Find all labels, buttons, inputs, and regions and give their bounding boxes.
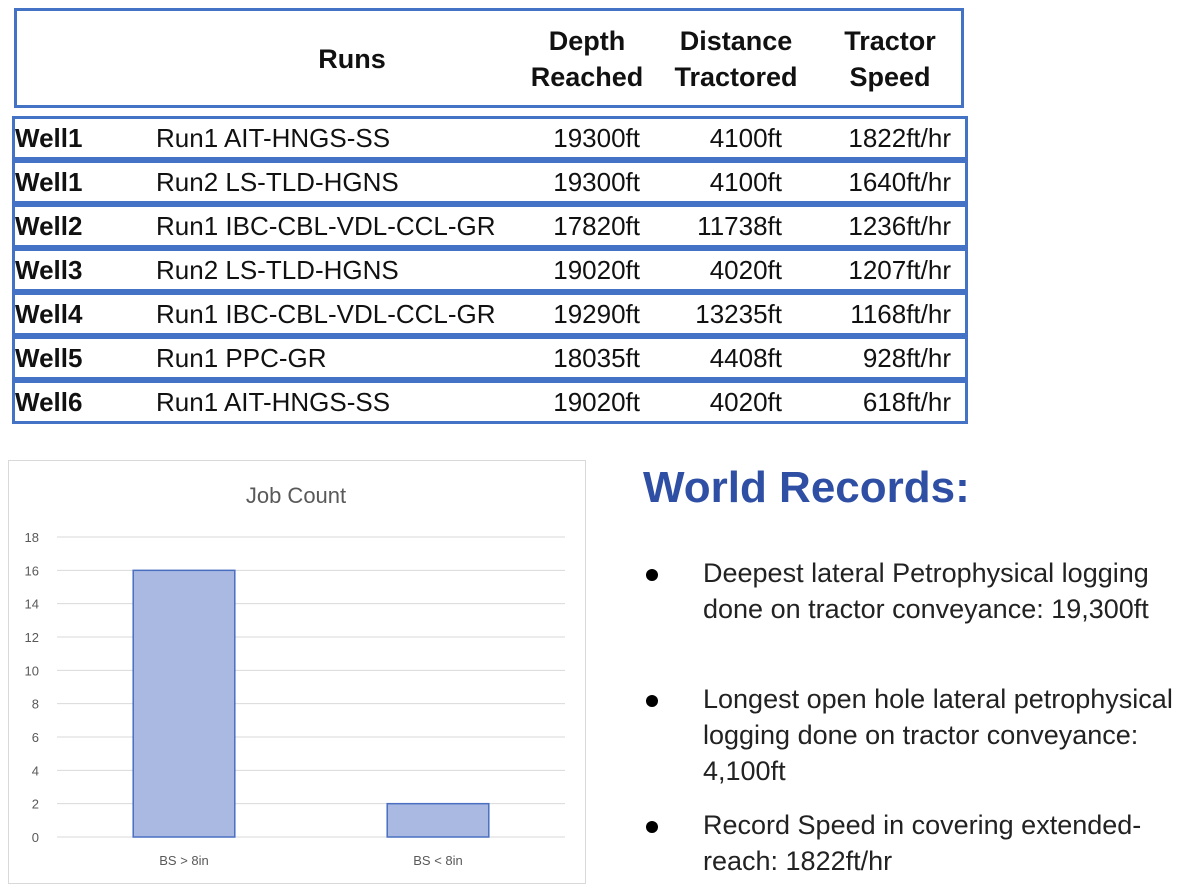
y-tick-label: 10 (25, 663, 39, 678)
table-row: Well2 Run1 IBC-CBL-VDL-CCL-GR 17820ft 11… (12, 204, 968, 248)
y-tick-label: 2 (32, 797, 39, 812)
cell-depth: 17820ft (553, 211, 640, 241)
cell-well: Well2 (15, 211, 83, 241)
cell-speed: 618ft/hr (862, 387, 951, 417)
header-distance-tractored: Distance Tractored (674, 26, 798, 92)
bullet-icon (646, 695, 658, 707)
cell-depth: 19300ft (553, 123, 640, 153)
cell-depth: 19020ft (553, 387, 640, 417)
y-tick-labels: 0 2 4 6 8 10 12 14 16 18 (25, 530, 39, 845)
y-tick-label: 6 (32, 730, 39, 745)
cell-well: Well3 (15, 255, 83, 285)
bullet-icon (646, 821, 658, 833)
y-tick-label: 14 (25, 597, 39, 612)
cell-distance: 4100ft (709, 123, 782, 153)
table-header: Runs Depth Reached Distance Tractored Tr… (14, 8, 964, 108)
cell-well: Well4 (15, 299, 83, 329)
record-text: Deepest lateral Petrophysical logging do… (703, 558, 1149, 624)
world-records-title: World Records: (643, 463, 970, 512)
y-tick-label: 8 (32, 697, 39, 712)
table-row: Well4 Run1 IBC-CBL-VDL-CCL-GR 19290ft 13… (12, 292, 968, 336)
bar (132, 569, 236, 838)
cell-depth: 19290ft (553, 299, 640, 329)
cell-well: Well5 (15, 343, 83, 373)
cell-distance: 4020ft (709, 387, 782, 417)
table-row: Well1 Run2 LS-TLD-HGNS 19300ft 4100ft 16… (12, 160, 968, 204)
y-tick-label: 12 (25, 630, 39, 645)
table-row: Well5 Run1 PPC-GR 18035ft 4408ft 928ft/h… (12, 336, 968, 380)
cell-well: Well1 (15, 167, 83, 197)
y-tick-label: 0 (32, 830, 39, 845)
cell-well: Well1 (15, 123, 83, 153)
cell-speed: 1207ft/hr (848, 255, 951, 285)
header-depth-reached: Depth Reached (530, 26, 644, 92)
cell-run: Run1 PPC-GR (156, 343, 327, 373)
y-tick-label: 18 (25, 530, 39, 545)
x-tick-labels: BS > 8in BS < 8in (159, 853, 463, 868)
cell-speed: 1168ft/hr (850, 299, 951, 329)
cell-run: Run1 AIT-HNGS-SS (156, 123, 391, 153)
cell-depth: 19300ft (553, 167, 640, 197)
cell-run: Run2 LS-TLD-HGNS (156, 255, 399, 285)
y-tick-label: 4 (32, 763, 39, 778)
cell-run: Run1 IBC-CBL-VDL-CCL-GR (156, 299, 496, 329)
job-count-chart: Job Count 0 2 4 6 8 10 12 14 16 18 BS > 8in BS < 8… (8, 460, 586, 884)
cell-depth: 18035ft (553, 343, 640, 373)
cell-speed: 928ft/hr (862, 343, 951, 373)
cell-distance: 4020ft (709, 255, 782, 285)
x-tick-label: BS < 8in (413, 853, 463, 868)
cell-speed: 1822ft/hr (848, 123, 951, 153)
cell-distance: 4100ft (709, 167, 782, 197)
table-row: Well1 Run1 AIT-HNGS-SS 19300ft 4100ft 18… (12, 116, 968, 160)
bullet-icon (646, 569, 658, 581)
header-tractor-speed: Tractor Speed (844, 26, 936, 92)
cell-distance: 4408ft (709, 343, 782, 373)
y-tick-label: 16 (25, 563, 39, 578)
x-tick-label: BS > 8in (159, 853, 209, 868)
bar (386, 802, 490, 838)
table-row: Well3 Run2 LS-TLD-HGNS 19020ft 4020ft 12… (12, 248, 968, 292)
header-runs: Runs (318, 44, 386, 74)
cell-run: Run2 LS-TLD-HGNS (156, 167, 399, 197)
record-text: Longest open hole lateral petrophysical … (703, 684, 1173, 786)
cell-run: Run1 AIT-HNGS-SS (156, 387, 391, 417)
cell-run: Run1 IBC-CBL-VDL-CCL-GR (156, 211, 496, 241)
cell-speed: 1236ft/hr (848, 211, 951, 241)
cell-distance: 13235ft (695, 299, 782, 329)
cell-speed: 1640ft/hr (848, 167, 951, 197)
chart-title: Job Count (246, 483, 346, 508)
cell-distance: 11738ft (697, 211, 782, 241)
record-text: Record Speed in covering extended-reach:… (703, 810, 1142, 876)
cell-depth: 19020ft (553, 255, 640, 285)
cell-well: Well6 (15, 387, 83, 417)
table-row: Well6 Run1 AIT-HNGS-SS 19020ft 4020ft 61… (12, 380, 968, 424)
chart-canvas: Job Count 0 2 4 6 8 10 12 14 16 18 BS > 8in BS < 8… (25, 483, 565, 868)
